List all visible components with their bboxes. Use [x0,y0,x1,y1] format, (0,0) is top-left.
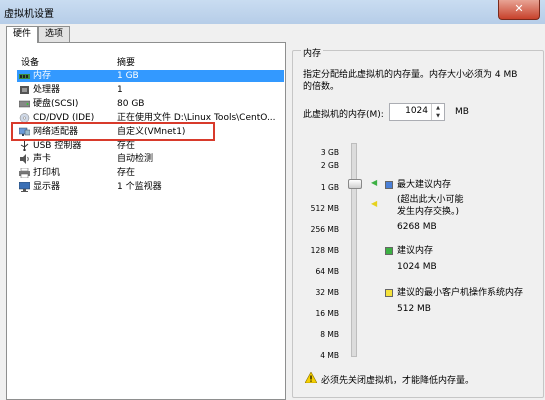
memory-description: 指定分配给此虚拟机的内存量。内存大小必须为 4 MB 的倍数。 [303,69,533,93]
summary-label: 存在 [117,141,136,151]
max-rec-note-1: (超出此大小可能 [397,195,464,205]
hardware-row-display[interactable]: 显示器 1 个监视器 [17,181,284,193]
spin-buttons[interactable]: ▲ ▼ [431,104,444,120]
max-rec-note-2: 发生内存交换。) [397,207,460,217]
max-recommended-legend: 最大建议内存 (超出此大小可能 发生内存交换。) 6268 MB [397,179,464,233]
scale-tick: 4 MB [320,351,339,360]
summary-label: 1 GB [117,71,139,81]
memory-panel: 内存 指定分配给此虚拟机的内存量。内存大小必须为 4 MB 的倍数。 此虚拟机的… [288,42,545,398]
hardware-row-harddisk[interactable]: 硬盘(SCSI) 80 GB [17,98,284,110]
device-label: 打印机 [33,168,61,178]
max-rec-value: 6268 MB [397,222,437,232]
hardware-row-memory[interactable]: 内存 1 GB [17,70,284,82]
device-label: 内存 [33,71,52,81]
tab-hardware[interactable]: 硬件 [6,26,38,43]
scale-tick: 16 MB [315,309,339,318]
scale-tick: 8 MB [320,330,339,339]
summary-label: 80 GB [117,99,145,109]
scale-tick: 3 GB [320,148,339,157]
tab-options-label: 选项 [44,29,63,39]
scale-tick: 256 MB [310,225,339,234]
device-label: 处理器 [33,85,61,95]
window-title: 虚拟机设置 [4,9,54,20]
scale-tick: 512 MB [310,204,339,213]
summary-label: 自动检测 [117,154,154,164]
sound-icon [20,154,29,164]
hardware-row-printer[interactable]: 打印机 存在 [17,167,284,179]
close-icon: ✕ [514,2,524,15]
rec-value: 1024 MB [397,262,437,272]
device-label: 显示器 [33,182,61,192]
hardware-list: 设备 摘要 内存 1 GB 处理器 1 硬盘(SCSI) 80 GB CD/DV… [6,42,286,400]
tab-options[interactable]: 选项 [38,26,70,42]
memory-slider-thumb[interactable] [348,179,362,189]
desc-line-2: 的倍数。 [303,82,340,92]
memory-stepper[interactable]: 1024 ▲ ▼ [389,103,445,121]
hardware-row-processor[interactable]: 处理器 1 [17,84,284,96]
min-recommended-swatch [385,289,393,297]
max-recommended-swatch [385,181,393,189]
min-rec-value: 512 MB [397,304,431,314]
col-device-header[interactable]: 设备 [21,55,39,68]
device-label: USB 控制器 [33,141,82,151]
summary-label: 存在 [117,168,136,178]
device-label: 硬盘(SCSI) [33,99,79,109]
scale-tick: 32 MB [315,288,339,297]
memory-group-title: 内存 [301,46,324,59]
processor-icon [20,86,29,94]
hardware-row-sound[interactable]: 声卡 自动检测 [17,153,284,165]
scale-tick: 2 GB [320,161,339,170]
memory-unit: MB [455,107,469,117]
scale-tick: 64 MB [315,267,339,276]
recommended-marker-icon: ◀ [371,178,378,187]
device-label: 声卡 [33,154,52,164]
spin-down-icon[interactable]: ▼ [432,112,444,120]
memory-value[interactable]: 1024 [405,106,428,116]
tab-hardware-label: 硬件 [12,29,31,39]
col-summary-header[interactable]: 摘要 [117,55,135,68]
display-icon [19,182,30,192]
memory-group: 内存 指定分配给此虚拟机的内存量。内存大小必须为 4 MB 的倍数。 此虚拟机的… [292,46,544,398]
recommended-legend: 建议内存 1024 MB [397,245,437,273]
hardware-row-usb[interactable]: USB 控制器 存在 [17,140,284,152]
memory-field-label: 此虚拟机的内存(M): [303,110,384,120]
memory-slider-track[interactable] [351,143,357,357]
min-rec-label: 建议的最小客户机操作系统内存 [397,288,524,298]
spin-up-icon[interactable]: ▲ [432,104,444,112]
recommended-swatch [385,247,393,255]
summary-label: 1 [117,85,123,95]
usb-icon [20,141,29,151]
max-rec-label: 最大建议内存 [397,180,452,190]
close-button[interactable]: ✕ [498,0,540,20]
min-recommended-legend: 建议的最小客户机操作系统内存 512 MB [397,287,523,315]
title-bar: 虚拟机设置 ✕ [0,0,545,24]
scale-tick: 128 MB [310,246,339,255]
memory-icon [19,74,30,79]
min-recommended-marker-icon: ◀ [371,199,378,208]
desc-line-1: 指定分配给此虚拟机的内存量。内存大小必须为 4 MB [303,70,518,80]
network-highlight-box [11,122,215,141]
rec-label: 建议内存 [397,246,434,256]
warning-text: 必须先关闭虚拟机，才能降低内存量。 [321,376,475,386]
scale-tick: 1 GB [320,183,339,192]
printer-icon [19,168,30,178]
summary-label: 1 个监视器 [117,182,162,192]
harddisk-icon [19,100,30,108]
warning-icon [305,372,317,383]
